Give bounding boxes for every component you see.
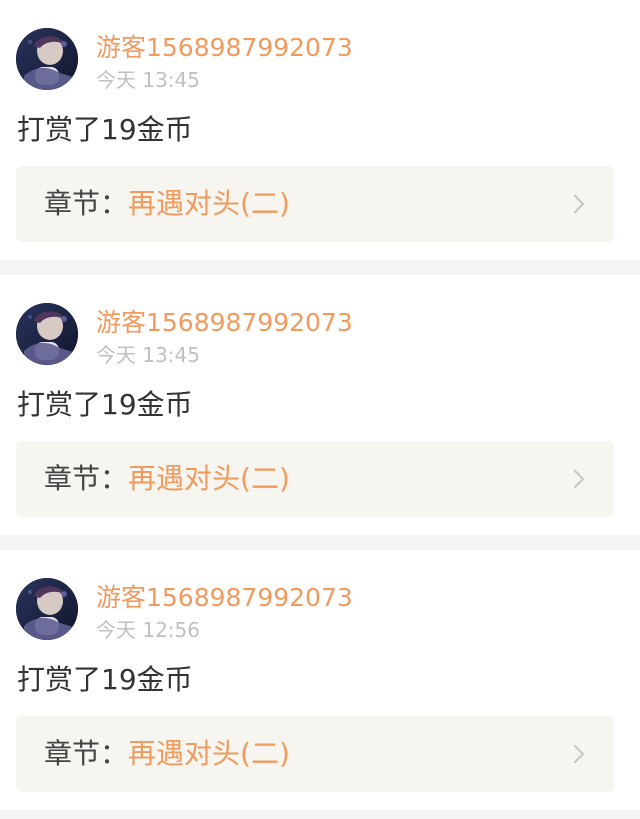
chapter-text: 章节：再遇对头(二) bbox=[44, 184, 290, 224]
reward-message: 打赏了19金币 bbox=[17, 663, 193, 696]
avatar[interactable] bbox=[16, 28, 78, 90]
chapter-link[interactable]: 章节：再遇对头(二) bbox=[16, 441, 614, 517]
username[interactable]: 游客1568987992073 bbox=[96, 581, 353, 615]
timestamp: 今天 13:45 bbox=[96, 343, 200, 367]
username[interactable]: 游客1568987992073 bbox=[96, 31, 353, 65]
avatar[interactable] bbox=[16, 303, 78, 365]
chapter-text: 章节：再遇对头(二) bbox=[44, 459, 290, 499]
reward-message: 打赏了19金币 bbox=[17, 113, 193, 146]
avatar[interactable] bbox=[16, 578, 78, 640]
chevron-right-icon bbox=[572, 744, 586, 764]
timestamp: 今天 13:45 bbox=[96, 68, 200, 92]
chapter-label: 章节： bbox=[44, 737, 129, 770]
chapter-label: 章节： bbox=[44, 462, 129, 495]
chevron-right-icon bbox=[572, 469, 586, 489]
reward-card: 游客1568987992073 今天 12:56 打赏了19金币 章节：再遇对头… bbox=[0, 550, 640, 810]
reward-card: 游客1568987992073 今天 13:45 打赏了19金币 章节：再遇对头… bbox=[0, 0, 640, 260]
reward-feed: 游客1568987992073 今天 13:45 打赏了19金币 章节：再遇对头… bbox=[0, 0, 640, 810]
chapter-text: 章节：再遇对头(二) bbox=[44, 734, 290, 774]
chevron-right-icon bbox=[572, 194, 586, 214]
chapter-title: 再遇对头(二) bbox=[128, 737, 290, 770]
chapter-title: 再遇对头(二) bbox=[128, 462, 290, 495]
chapter-label: 章节： bbox=[44, 187, 129, 220]
chapter-link[interactable]: 章节：再遇对头(二) bbox=[16, 166, 614, 242]
chapter-title: 再遇对头(二) bbox=[128, 187, 290, 220]
chapter-link[interactable]: 章节：再遇对头(二) bbox=[16, 716, 614, 792]
reward-message: 打赏了19金币 bbox=[17, 388, 193, 421]
timestamp: 今天 12:56 bbox=[96, 618, 200, 642]
username[interactable]: 游客1568987992073 bbox=[96, 306, 353, 340]
reward-card: 游客1568987992073 今天 13:45 打赏了19金币 章节：再遇对头… bbox=[0, 275, 640, 535]
